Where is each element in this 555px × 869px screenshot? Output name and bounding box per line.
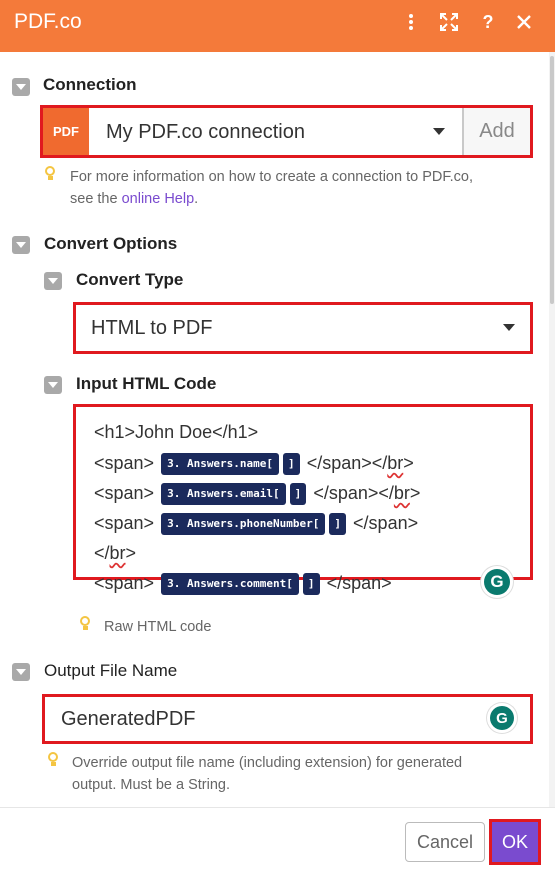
code-text: br xyxy=(387,453,404,473)
connection-hint: For more information on how to create a … xyxy=(70,166,473,210)
code-text: > xyxy=(403,453,414,473)
input-html-editor[interactable]: <h1>John Doe</h1> <span> 3. Answers.name… xyxy=(73,404,533,598)
add-connection-button[interactable]: Add xyxy=(462,108,530,155)
panel-title: PDF.co xyxy=(14,10,82,33)
chevron-down-icon[interactable] xyxy=(433,128,445,135)
scrollbar-thumb[interactable] xyxy=(550,56,554,304)
connection-hint-text: For more information on how to create a … xyxy=(70,169,473,185)
panel-footer: Cancel OK xyxy=(0,807,555,869)
mapped-variable-chip[interactable]: 3. Answers.phoneNumber[ xyxy=(161,513,326,536)
grammarly-icon[interactable]: G xyxy=(487,703,517,733)
code-text: </span> xyxy=(353,513,419,533)
connection-selected-value: My PDF.co connection xyxy=(106,121,305,143)
lightbulb-icon xyxy=(44,166,56,181)
output-file-value: GeneratedPDF xyxy=(61,708,196,730)
mapped-variable-chip[interactable]: 3. Answers.comment[ xyxy=(161,573,299,596)
code-text: </ xyxy=(378,483,394,503)
input-html-label: Input HTML Code xyxy=(76,374,217,393)
convert-type-collapse-toggle[interactable] xyxy=(44,272,62,290)
grammarly-icon[interactable]: G xyxy=(481,566,513,598)
more-vertical-icon[interactable] xyxy=(399,10,423,34)
connection-hint-see: see the xyxy=(70,191,118,207)
code-text: </span> xyxy=(313,483,379,503)
output-file-collapse-toggle[interactable] xyxy=(12,663,30,681)
connection-hint-period: . xyxy=(194,191,199,207)
mapped-variable-chip-end[interactable]: ] xyxy=(302,573,320,596)
online-help-link[interactable]: online Help xyxy=(122,191,195,207)
code-text: <span> xyxy=(94,573,155,593)
code-text: <span> xyxy=(94,513,155,533)
ok-button[interactable]: OK xyxy=(492,822,538,862)
input-html-hint: Raw HTML code xyxy=(104,619,212,635)
output-file-input[interactable]: GeneratedPDF G xyxy=(42,694,533,744)
code-line: <h1>John Doe</h1> xyxy=(94,422,259,442)
mapped-variable-chip-end[interactable]: ] xyxy=(283,453,300,476)
pdfco-badge-icon: PDF xyxy=(43,108,89,155)
output-file-hint-line2: output. Must be a String. xyxy=(72,777,230,793)
help-icon[interactable]: ? xyxy=(476,10,500,34)
code-text: </ xyxy=(94,543,110,563)
code-line: <span> 3. Answers.email[] </span></br> xyxy=(94,480,420,506)
mapped-variable-chip-end[interactable]: ] xyxy=(289,483,307,506)
mapped-variable-chip-end[interactable]: ] xyxy=(329,513,347,536)
convert-options-collapse-toggle[interactable] xyxy=(12,236,30,254)
code-line: </br> xyxy=(94,540,136,566)
code-line: <span> 3. Answers.name[] </span></br> xyxy=(94,450,414,476)
panel-header: PDF.co ? xyxy=(0,0,555,52)
code-text: </ xyxy=(371,453,388,473)
code-text: <span> xyxy=(94,453,155,473)
output-file-hint: Override output file name (including ext… xyxy=(72,752,462,796)
close-icon[interactable] xyxy=(512,10,536,34)
code-line: <span> 3. Answers.phoneNumber[] </span> xyxy=(94,510,418,536)
convert-type-value: HTML to PDF xyxy=(91,317,213,339)
lightbulb-icon xyxy=(79,616,91,631)
mapped-variable-chip[interactable]: 3. Answers.name[ xyxy=(161,453,280,476)
code-text: > xyxy=(125,543,137,563)
mapped-variable-chip[interactable]: 3. Answers.email[ xyxy=(161,483,286,506)
fullscreen-icon[interactable] xyxy=(437,10,461,34)
code-text: br xyxy=(109,543,126,563)
convert-type-label: Convert Type xyxy=(76,270,184,289)
connection-select-box[interactable]: PDF My PDF.co connection Add xyxy=(40,105,533,158)
cancel-button[interactable]: Cancel xyxy=(405,822,485,862)
code-text: br xyxy=(393,483,410,503)
convert-options-label: Convert Options xyxy=(44,234,178,253)
code-text: </span> xyxy=(326,573,392,593)
code-text: > xyxy=(409,483,421,503)
ok-button-highlight: OK xyxy=(489,819,541,865)
output-file-hint-line1: Override output file name (including ext… xyxy=(72,755,463,771)
connection-label: Connection xyxy=(43,75,137,94)
convert-type-select[interactable]: HTML to PDF xyxy=(73,302,533,354)
connection-collapse-toggle[interactable] xyxy=(12,78,30,96)
code-text: <span> xyxy=(94,483,155,503)
lightbulb-icon xyxy=(47,752,59,767)
output-file-label: Output File Name xyxy=(44,661,178,680)
code-text: </span> xyxy=(306,453,372,473)
code-line: <span> 3. Answers.comment[] </span> xyxy=(94,570,392,596)
input-html-collapse-toggle[interactable] xyxy=(44,376,62,394)
chevron-down-icon[interactable] xyxy=(503,324,515,331)
